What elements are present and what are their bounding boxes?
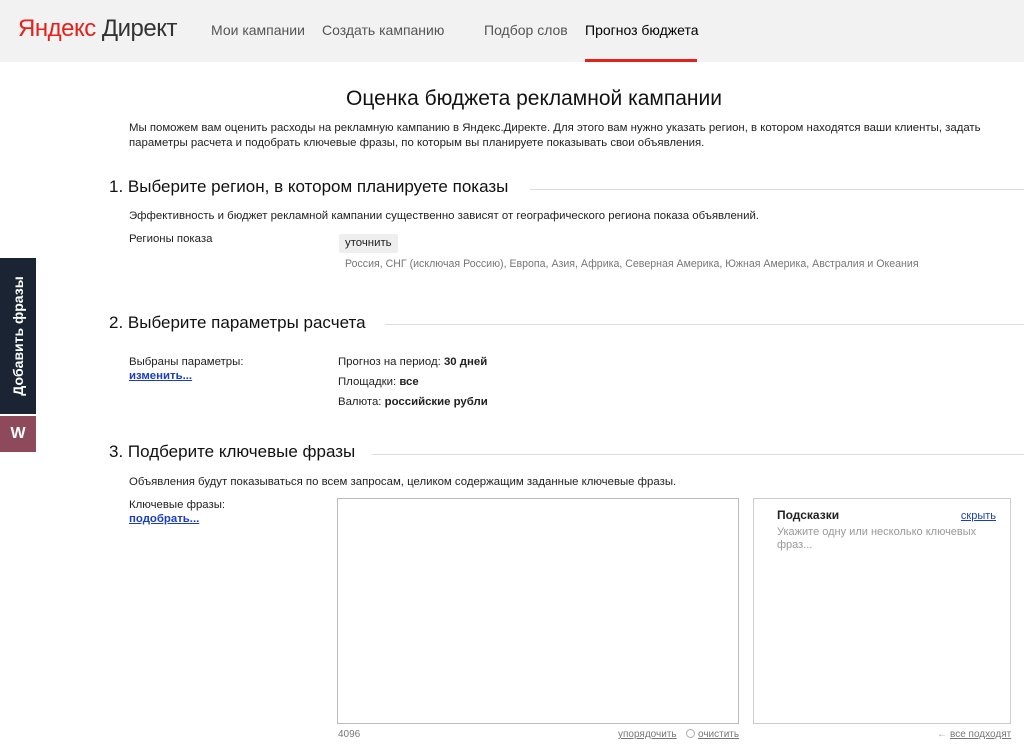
- sites-value: все: [399, 376, 419, 388]
- clear-link[interactable]: очистить: [698, 729, 739, 740]
- all-fit-link[interactable]: все подходят: [950, 729, 1011, 740]
- hide-hints-link[interactable]: скрыть: [961, 510, 996, 522]
- intro-text: Мы поможем вам оценить расходы на реклам…: [129, 122, 981, 149]
- period-value: 30 дней: [443, 356, 488, 368]
- section2-heading: 2. Выберите параметры расчета: [109, 313, 374, 333]
- keywords-textarea[interactable]: [337, 498, 739, 724]
- section-divider: [530, 189, 1024, 190]
- logo-yandex: Яндекс: [18, 15, 96, 42]
- section-divider: [385, 324, 1024, 325]
- top-bar: Яндекс Директ Мои кампании Создать кампа…: [0, 0, 1024, 62]
- nav-create-campaign[interactable]: Создать кампанию: [322, 22, 444, 38]
- page-title: Оценка бюджета рекламной кампании: [346, 87, 722, 110]
- wordstat-tab[interactable]: W: [0, 416, 36, 452]
- hints-placeholder-text: Укажите одну или несколько ключевых фраз…: [777, 526, 977, 551]
- yandex-direct-logo[interactable]: Яндекс Директ: [18, 15, 178, 43]
- hints-panel: Подсказки скрыть Укажите одну или нескол…: [753, 498, 1011, 724]
- sort-link[interactable]: упорядочить: [618, 729, 677, 740]
- section-divider: [372, 454, 1024, 455]
- hints-title: Подсказки: [777, 508, 840, 522]
- section3-description: Объявления будут показываться по всем за…: [129, 476, 677, 488]
- clear-control[interactable]: очистить: [686, 729, 739, 740]
- active-tab-indicator: [585, 59, 697, 62]
- selected-params-label: Выбраны параметры:: [129, 356, 244, 368]
- currency-row: Валюта: российские рубли: [338, 396, 488, 408]
- all-fit-control[interactable]: ← все подходят: [937, 729, 1011, 740]
- period-row: Прогноз на период: 30 дней: [338, 356, 487, 368]
- add-phrases-tab[interactable]: Добавить фразы: [0, 258, 36, 414]
- period-label: Прогноз на период:: [338, 356, 441, 368]
- section3-heading: 3. Подберите ключевые фразы: [109, 442, 364, 462]
- nav-my-campaigns[interactable]: Мои кампании: [211, 22, 305, 38]
- arrow-left-icon: ←: [937, 729, 947, 740]
- pick-keywords-link[interactable]: подобрать...: [129, 513, 199, 525]
- logo-direct: Директ: [101, 15, 178, 42]
- char-limit: 4096: [338, 729, 361, 740]
- change-params-link[interactable]: изменить...: [129, 370, 192, 382]
- currency-label: Валюта:: [338, 396, 382, 408]
- regions-value: Россия, СНГ (исключая Россию), Европа, А…: [345, 258, 919, 270]
- nav-budget-forecast[interactable]: Прогноз бюджета: [585, 22, 699, 38]
- refine-regions-button[interactable]: уточнить: [339, 234, 398, 253]
- regions-label: Регионы показа: [129, 233, 213, 245]
- section1-description: Эффективность и бюджет рекламной кампани…: [129, 210, 759, 222]
- clear-icon: [686, 729, 695, 738]
- add-phrases-label: Добавить фразы: [10, 276, 26, 396]
- currency-value: российские рубли: [384, 396, 488, 408]
- keywords-label: Ключевые фразы:: [129, 499, 226, 511]
- nav-word-selection[interactable]: Подбор слов: [484, 22, 568, 38]
- sites-row: Площадки: все: [338, 376, 419, 388]
- sites-label: Площадки:: [338, 376, 397, 388]
- section1-heading: 1. Выберите регион, в котором планируете…: [109, 177, 517, 197]
